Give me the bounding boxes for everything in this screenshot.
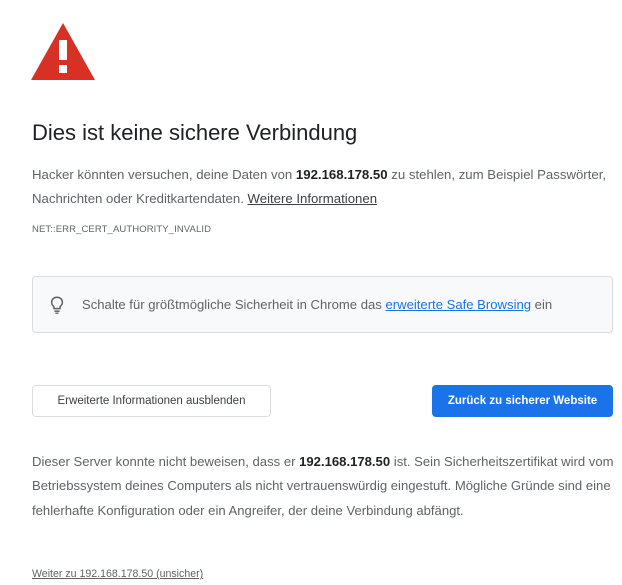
promo-text-after: ein	[531, 297, 553, 312]
enhanced-safe-browsing-link[interactable]: erweiterte Safe Browsing	[385, 297, 531, 312]
safe-browsing-promo: Schalte für größtmögliche Sicherheit in …	[32, 276, 613, 333]
learn-more-link[interactable]: Weitere Informationen	[248, 191, 378, 206]
details-paragraph: Dieser Server konnte nicht beweisen, das…	[32, 450, 614, 523]
back-to-safety-button[interactable]: Zurück zu sicherer Website	[432, 385, 613, 417]
page-title: Dies ist keine sichere Verbindung	[32, 120, 358, 145]
safe-browsing-promo-text: Schalte für größtmögliche Sicherheit in …	[82, 296, 552, 314]
error-code: NET::ERR_CERT_AUTHORITY_INVALID	[32, 224, 212, 235]
intro-text-before: Hacker könnten versuchen, deine Daten vo…	[32, 167, 296, 182]
warning-triangle-icon	[31, 23, 95, 80]
proceed-unsafe-link[interactable]: Weiter zu 192.168.178.50 (unsicher)	[32, 567, 203, 581]
promo-text-before: Schalte für größtmögliche Sicherheit in …	[82, 297, 386, 312]
details-text-before: Dieser Server konnte nicht beweisen, das…	[32, 454, 300, 469]
details-host: 192.168.178.50	[299, 454, 391, 469]
intro-paragraph: Hacker könnten versuchen, deine Daten vo…	[32, 163, 612, 211]
hide-details-button[interactable]: Erweiterte Informationen ausblenden	[32, 385, 271, 417]
lightbulb-icon	[50, 296, 64, 314]
intro-host: 192.168.178.50	[295, 167, 388, 182]
ssl-interstitial-page: Dies ist keine sichere Verbindung Hacker…	[0, 0, 622, 585]
